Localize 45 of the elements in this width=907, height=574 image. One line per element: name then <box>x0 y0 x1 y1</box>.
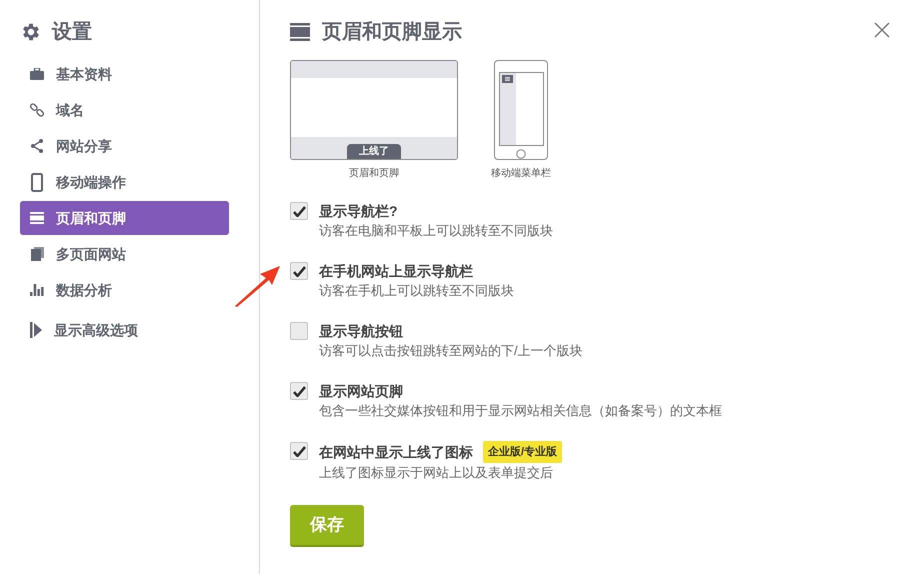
sidebar-item[interactable]: 移动端操作 <box>20 165 229 199</box>
menu-icon <box>502 75 512 83</box>
sidebar-item[interactable]: 域名 <box>20 93 229 127</box>
sidebar-item[interactable]: 多页面网站 <box>20 237 229 271</box>
link-icon <box>30 103 44 117</box>
sidebar-item[interactable]: 数据分析 <box>20 273 229 307</box>
home-button-icon <box>516 149 526 159</box>
option-title: 显示导航栏? <box>319 202 398 221</box>
option-title: 显示网站页脚 <box>319 382 403 401</box>
close-icon[interactable] <box>874 22 890 38</box>
option-title: 显示导航按钮 <box>319 322 403 341</box>
panel-title: 页眉和页脚显示 <box>322 20 462 45</box>
checkbox[interactable] <box>290 202 308 220</box>
sidebar-title: 设置 <box>52 20 92 45</box>
pages-icon <box>30 247 44 261</box>
option-title: 在手机网站上显示导航栏 <box>319 262 473 281</box>
settings-icon <box>20 21 42 43</box>
share-icon <box>30 139 44 153</box>
annotation-arrow <box>234 265 280 307</box>
option-description: 上线了图标显示于网站上以及表单提交后 <box>319 464 554 482</box>
plan-badge: 企业版/专业版 <box>483 441 562 463</box>
phone-preview[interactable] <box>494 60 548 160</box>
phone-icon <box>31 172 43 192</box>
badge: 上线了 <box>347 144 401 159</box>
checkbox[interactable] <box>290 442 308 460</box>
play-icon <box>30 322 42 338</box>
preview-caption: 页眉和页脚 <box>349 166 399 181</box>
sidebar-item[interactable]: 基本资料 <box>20 57 229 91</box>
option-description: 访客在手机上可以跳转至不同版块 <box>319 282 514 300</box>
checkbox[interactable] <box>290 262 308 280</box>
desktop-preview[interactable]: 上线了 <box>290 60 458 160</box>
briefcase-icon <box>30 68 44 80</box>
sidebar-item[interactable]: 页眉和页脚 <box>20 201 229 235</box>
option-description: 访客在电脑和平板上可以跳转至不同版块 <box>319 222 553 240</box>
header-footer-icon <box>30 212 44 224</box>
advanced-options-link[interactable]: 显示高级选项 <box>20 312 229 348</box>
option-title: 在网站中显示上线了图标 <box>319 443 473 462</box>
option-description: 访客可以点击按钮跳转至网站的下/上一个版块 <box>319 342 583 360</box>
option-description: 包含一些社交媒体按钮和用于显示网站相关信息（如备案号）的文本框 <box>319 402 722 420</box>
checkbox[interactable] <box>290 322 308 340</box>
sidebar-item[interactable]: 网站分享 <box>20 129 229 163</box>
preview-caption: 移动端菜单栏 <box>491 166 551 181</box>
bar-chart-icon <box>30 284 44 296</box>
header-footer-icon <box>290 23 310 41</box>
checkbox[interactable] <box>290 382 308 400</box>
